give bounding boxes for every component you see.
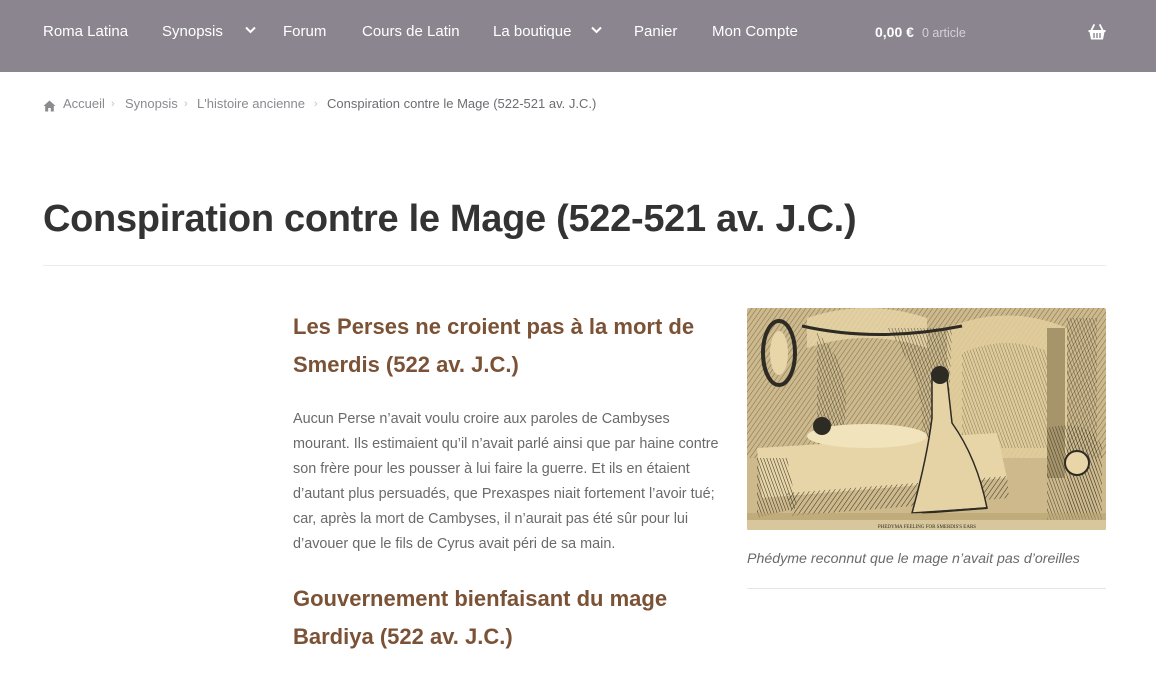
basket-icon[interactable] [1087,22,1107,42]
page-title: Conspiration contre le Mage (522-521 av.… [43,198,857,240]
nav-synopsis-label: Synopsis [162,23,223,40]
chevron-down-icon [591,20,603,40]
chevron-down-icon [245,20,256,40]
article-paragraph: Aucun Perse n’avait voulu croire aux par… [293,411,719,552]
engraving-caption: PHEDYMA FEELING FOR SMERDIS'S EARS [878,525,976,530]
chevron-right-icon: › [314,98,318,110]
nav-boutique[interactable]: La boutique [493,20,603,42]
section-heading-perses: Les Perses ne croient pas à la mort de S… [293,314,695,377]
chevron-right-icon: › [111,98,115,110]
breadcrumb-current: Conspiration contre le Mage (522-521 av.… [327,96,597,111]
cart-total[interactable]: 0,00 € [875,22,914,42]
nav-mon-compte[interactable]: Mon Compte [712,22,798,42]
nav-boutique-label: La boutique [493,23,572,40]
nav-cours-de-latin[interactable]: Cours de Latin [362,22,460,42]
engraving-image: PHEDYMA FEELING FOR SMERDIS'S EARS [747,308,1106,530]
figure-caption: Phédyme reconnut que le mage n’avait pas… [747,551,1080,567]
section-heading-gouvernement: Gouvernement bienfaisant du mage Bardiya… [293,586,668,649]
breadcrumb-item-histoire-ancienne[interactable]: L'histoire ancienne [197,94,305,114]
site-header: Roma Latina Synopsis Forum Cours de Lati… [0,0,1156,72]
breadcrumb-item-accueil[interactable]: Accueil [63,94,105,114]
chevron-right-icon: › [184,98,188,110]
nav-synopsis[interactable]: Synopsis [162,22,256,42]
cart-count[interactable]: 0 article [922,23,966,43]
figure-divider [747,588,1106,589]
home-icon [43,98,56,112]
nav-panier[interactable]: Panier [634,22,677,42]
nav-home-link[interactable]: Roma Latina [43,22,128,42]
title-divider [43,265,1106,266]
nav-forum[interactable]: Forum [283,22,326,42]
breadcrumb-item-synopsis[interactable]: Synopsis [125,94,178,114]
